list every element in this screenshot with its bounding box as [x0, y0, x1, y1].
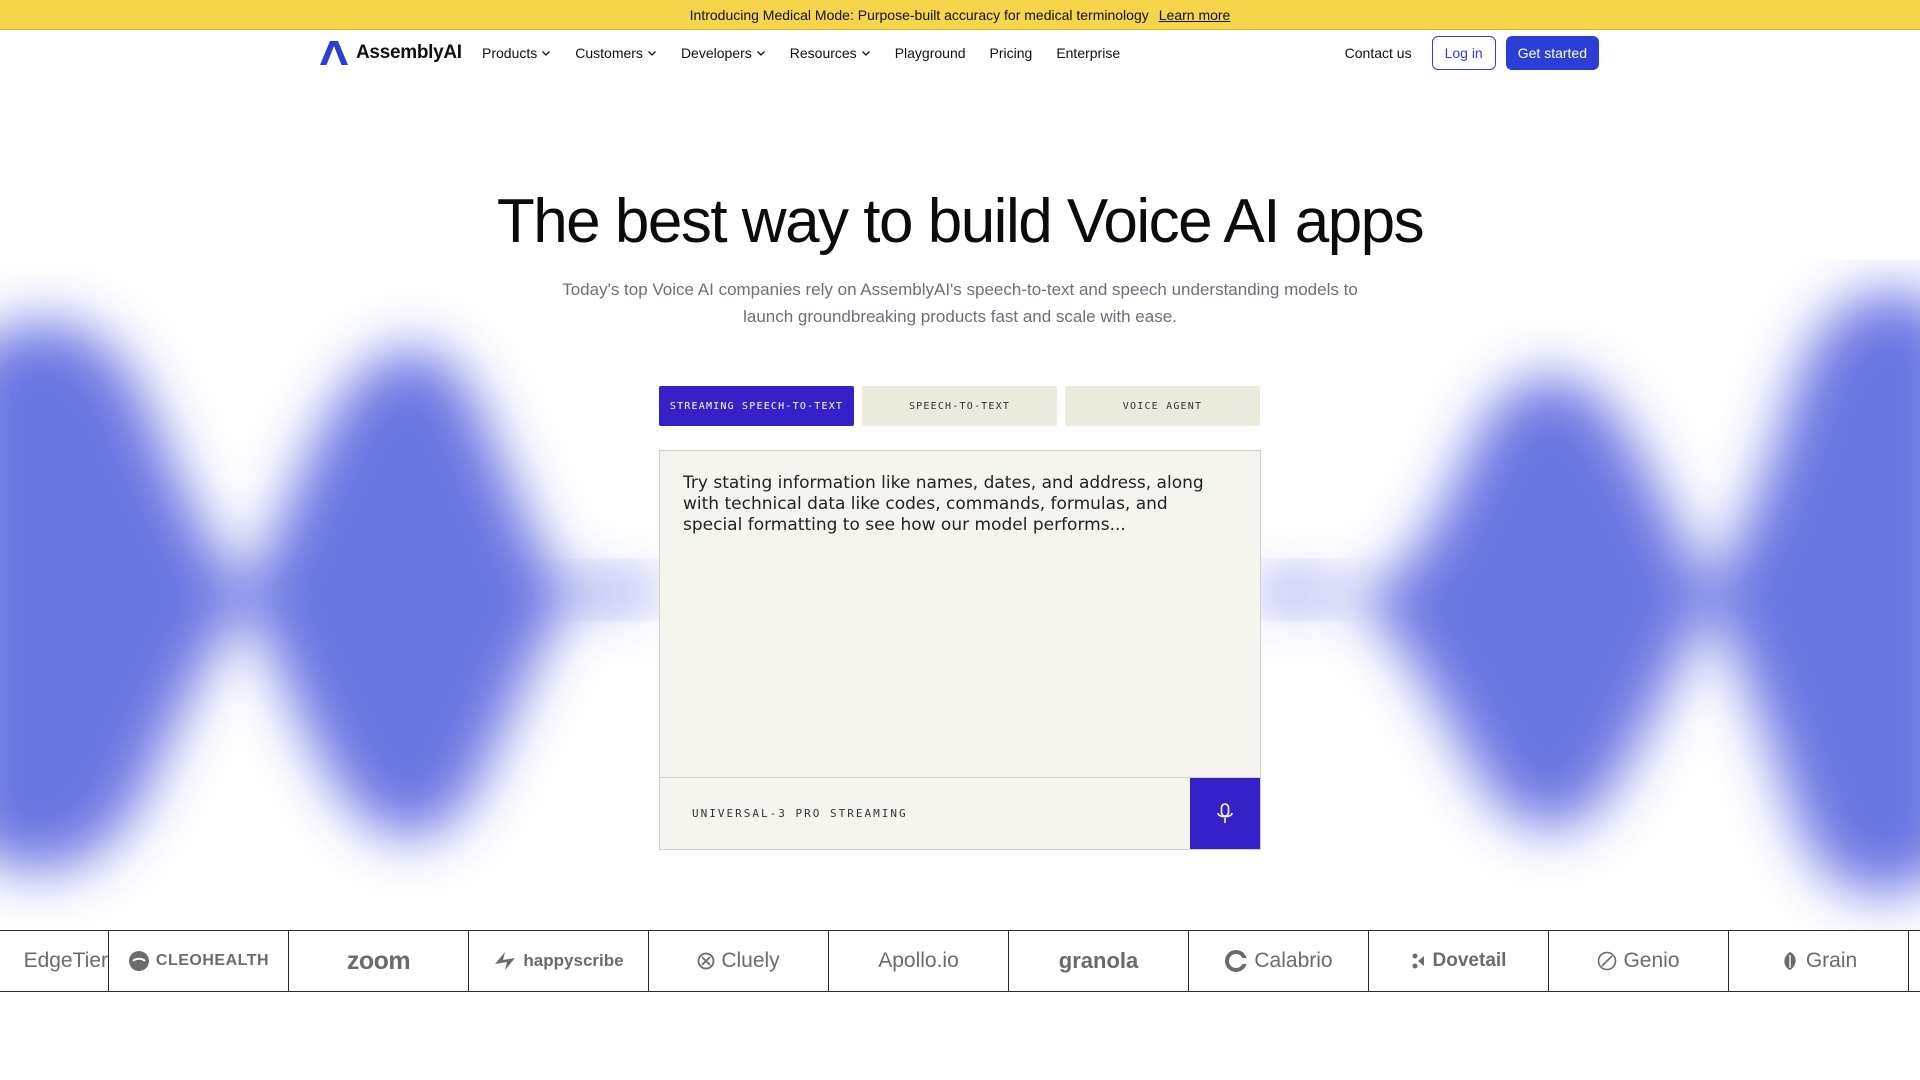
- calabrio-logo-icon: [1225, 950, 1248, 972]
- menu-item-label: Customers: [575, 45, 643, 61]
- logo-apollo: Apollo.io: [829, 931, 1009, 991]
- logo-zoom: zoom: [289, 931, 469, 991]
- cleohealth-logo-icon: [128, 951, 149, 971]
- logo-edgetier: EdgeTier: [0, 931, 109, 991]
- logo-label: EdgeTier: [23, 949, 108, 972]
- chevron-down-icon: [542, 51, 551, 56]
- grain-logo-icon: [1784, 952, 1796, 970]
- hero-title: The best way to build Voice AI apps: [496, 187, 1425, 256]
- logo-label: CLEOHEALTH: [155, 952, 270, 969]
- get-started-button[interactable]: Get started: [1505, 36, 1599, 70]
- tab-voice-agent[interactable]: VOICE AGENT: [1065, 386, 1260, 426]
- menu-item-label: Products: [482, 45, 538, 61]
- demo-panel-footer: UNIVERSAL-3 PRO STREAMING: [660, 777, 1260, 849]
- customer-logo-strip: EdgeTier CLEOHEALTH zoom happyscribe Clu…: [0, 930, 1920, 992]
- menu-item-label: Pricing: [989, 45, 1033, 61]
- logo-dovetail: Dovetail: [1369, 931, 1549, 991]
- main-menu: Products Customers Developers Resources …: [482, 45, 1144, 61]
- microphone-button[interactable]: [1190, 778, 1260, 849]
- announcement-bar: Introducing Medical Mode: Purpose-built …: [0, 0, 1920, 30]
- logo-calabrio: Calabrio: [1189, 931, 1369, 991]
- logo-label: Cluely: [721, 949, 780, 972]
- happyscribe-logo-icon: [495, 952, 516, 970]
- menu-item-products[interactable]: Products: [482, 45, 551, 61]
- logo-happyscribe: happyscribe: [469, 931, 649, 991]
- log-in-button[interactable]: Log in: [1431, 36, 1496, 70]
- tab-streaming-speech-to-text[interactable]: STREAMING SPEECH-TO-TEXT: [659, 386, 854, 426]
- logo-label: granola: [1058, 948, 1139, 973]
- menu-item-pricing[interactable]: Pricing: [990, 45, 1033, 61]
- top-navigation: AssemblyAI Products Customers Developers…: [0, 31, 1920, 77]
- cluely-logo-icon: [697, 952, 715, 970]
- demo-tabs: STREAMING SPEECH-TO-TEXT SPEECH-TO-TEXT …: [659, 386, 1260, 426]
- menu-item-playground[interactable]: Playground: [895, 45, 966, 61]
- microphone-icon: [1217, 802, 1233, 823]
- brand-logo[interactable]: AssemblyAI: [320, 41, 462, 65]
- demo-panel: Try stating information like names, date…: [659, 450, 1261, 850]
- announcement-text: Introducing Medical Mode: Purpose-built …: [689, 6, 1149, 23]
- dovetail-logo-icon: [1412, 953, 1424, 969]
- logo-label: zoom: [346, 946, 411, 975]
- menu-item-developers[interactable]: Developers: [681, 45, 766, 61]
- chevron-down-icon: [647, 51, 656, 56]
- logo-genio: Genio: [1549, 931, 1729, 991]
- chevron-down-icon: [861, 51, 870, 56]
- announcement-learn-more-link[interactable]: Learn more: [1159, 7, 1231, 23]
- chevron-down-icon: [756, 51, 765, 56]
- brand-name: AssemblyAI: [356, 42, 462, 63]
- tab-speech-to-text[interactable]: SPEECH-TO-TEXT: [862, 386, 1057, 426]
- nav-actions: Contact us Log in Get started: [1345, 36, 1599, 70]
- model-label: UNIVERSAL-3 PRO STREAMING: [692, 807, 908, 820]
- menu-item-enterprise[interactable]: Enterprise: [1056, 45, 1120, 61]
- logo-label: Grain: [1805, 949, 1858, 972]
- logo-label: Dovetail: [1432, 950, 1507, 971]
- genio-logo-icon: [1598, 951, 1617, 971]
- logo-partial: [1909, 931, 1920, 991]
- menu-item-label: Playground: [894, 45, 966, 61]
- hero-subtitle: Today's top Voice AI companies rely on A…: [562, 280, 1358, 326]
- menu-item-customers[interactable]: Customers: [575, 45, 657, 61]
- contact-us-link[interactable]: Contact us: [1345, 45, 1412, 61]
- menu-item-label: Developers: [680, 45, 752, 61]
- logo-cluely: Cluely: [649, 931, 829, 991]
- logo-label: Genio: [1623, 949, 1680, 972]
- logo-cleohealth: CLEOHEALTH: [109, 931, 289, 991]
- logo-grain: Grain: [1729, 931, 1909, 991]
- transcript-area[interactable]: Try stating information like names, date…: [683, 473, 1223, 536]
- logo-label: Calabrio: [1254, 949, 1333, 972]
- menu-item-resources[interactable]: Resources: [790, 45, 871, 61]
- assemblyai-logo-icon: [320, 41, 348, 65]
- menu-item-label: Resources: [789, 45, 857, 61]
- menu-item-label: Enterprise: [1056, 45, 1121, 61]
- logo-granola: granola: [1009, 931, 1189, 991]
- logo-label: happyscribe: [523, 951, 624, 970]
- logo-label: Apollo.io: [878, 949, 959, 972]
